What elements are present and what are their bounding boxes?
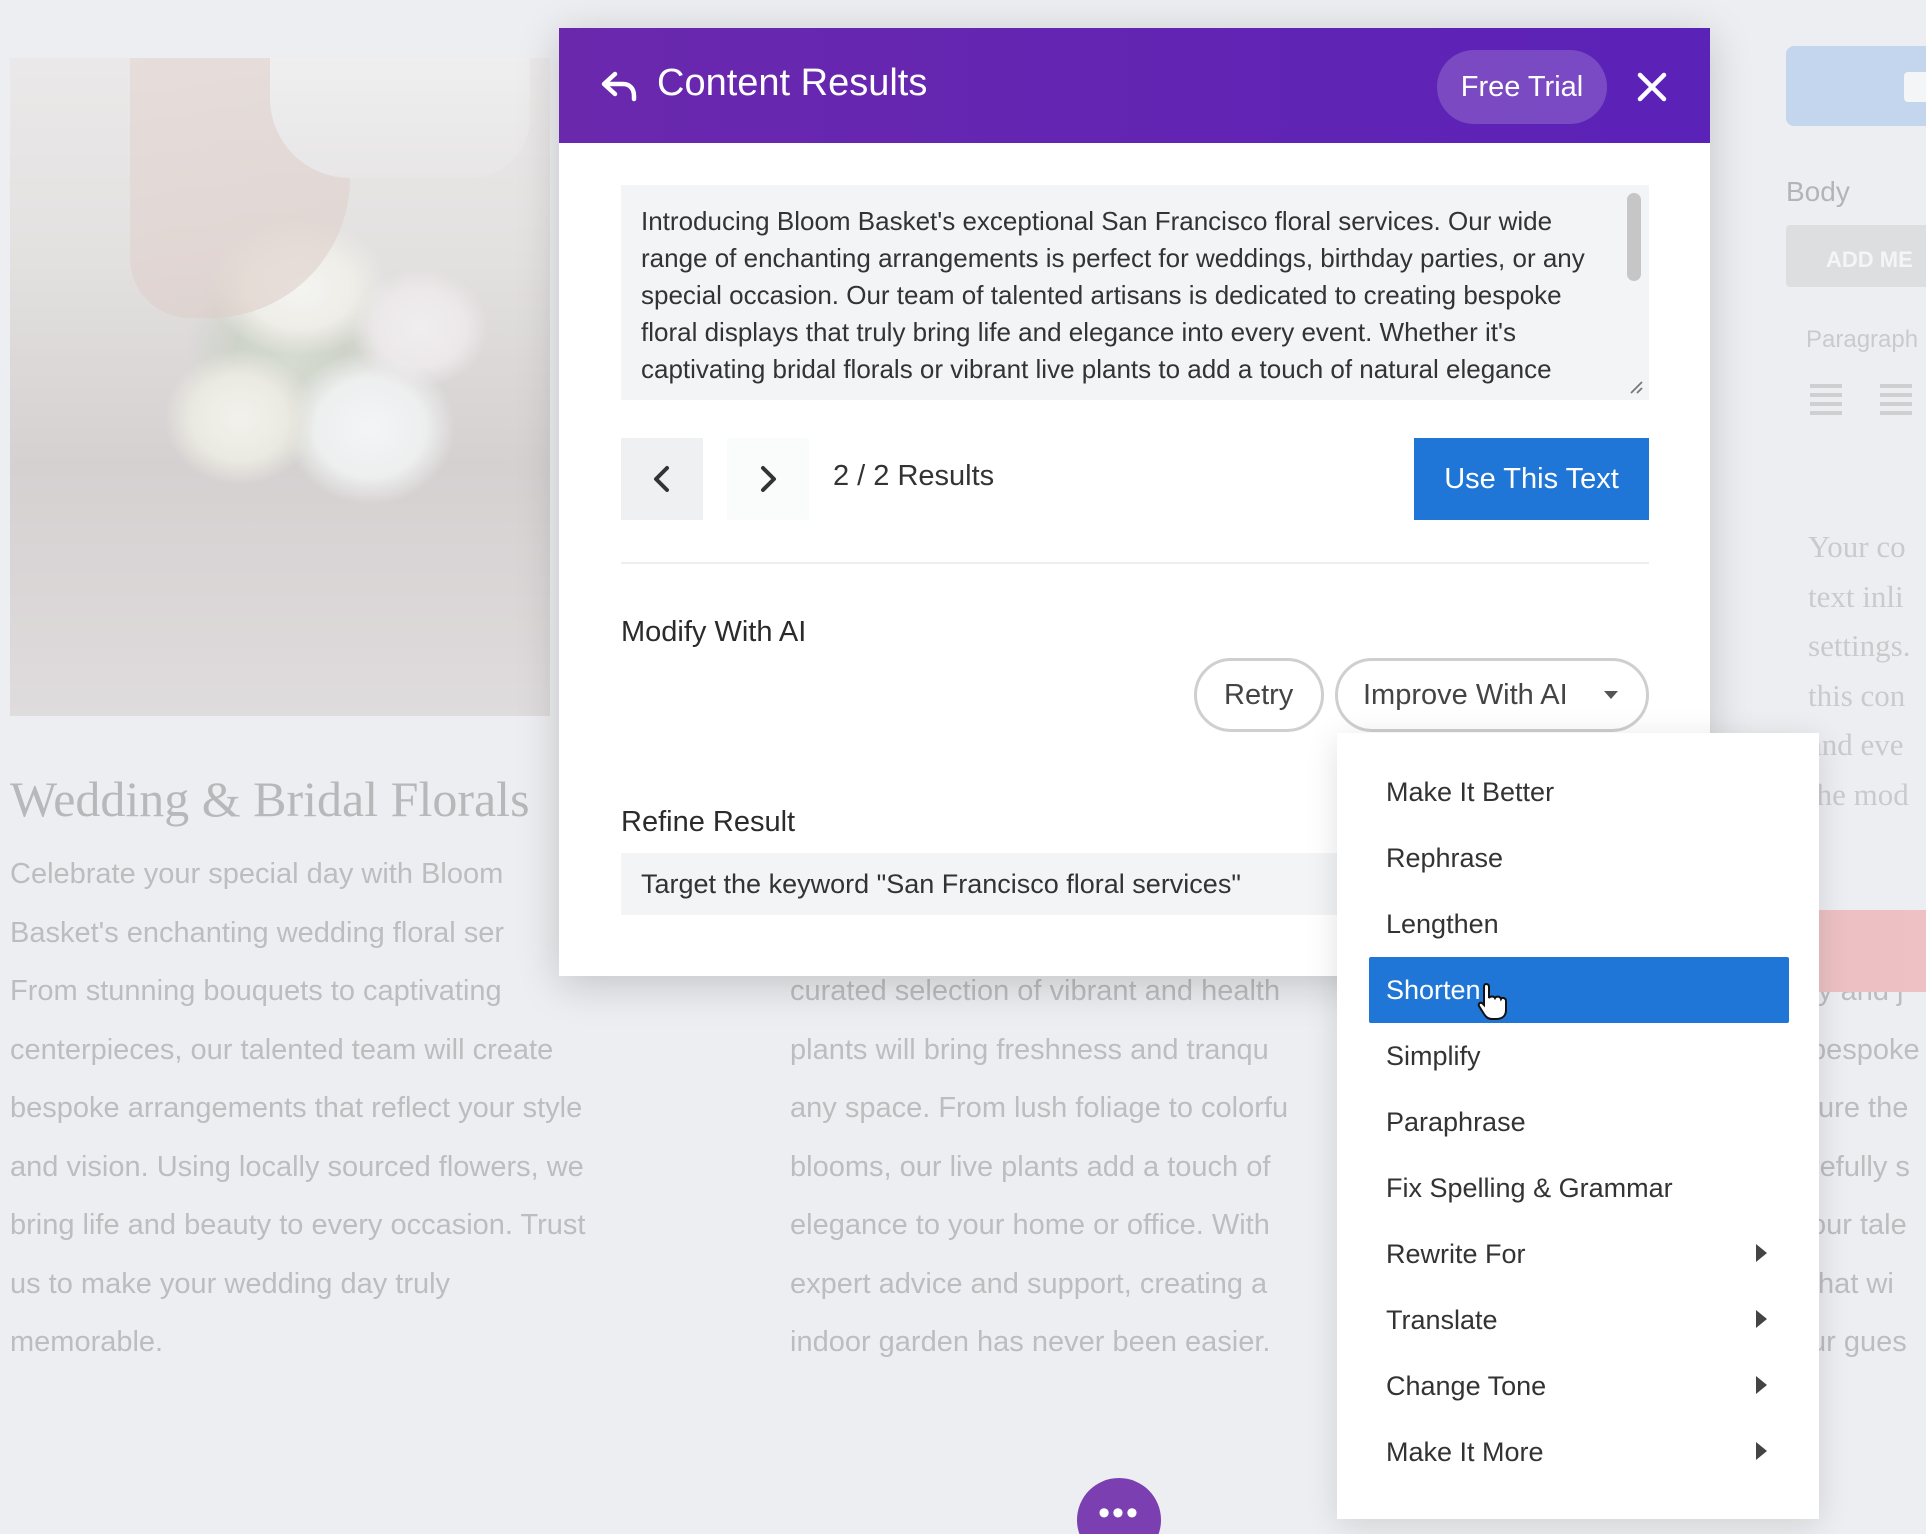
text-line: the mod <box>1808 776 1909 812</box>
hand-cursor-icon <box>1477 982 1507 1020</box>
text-line: that wi <box>1810 1267 1894 1300</box>
menu-item-lengthen[interactable]: Lengthen <box>1369 891 1789 957</box>
text-line: text inli <box>1808 578 1904 614</box>
menu-item-fix-spelling-grammar[interactable]: Fix Spelling & Grammar <box>1369 1155 1789 1221</box>
free-trial-button[interactable]: Free Trial <box>1437 50 1607 124</box>
menu-item-paraphrase[interactable]: Paraphrase <box>1369 1089 1789 1155</box>
chevron-right-icon <box>761 466 776 492</box>
text-line: elegance to your home or office. With <box>790 1209 1270 1241</box>
text-line: bring life and beauty to every occasion.… <box>10 1209 586 1241</box>
text-line: blooms, our live plants add a touch of <box>790 1150 1271 1183</box>
section-paragraph-1: Celebrate your special day with Bloom Bas… <box>10 845 585 1372</box>
section-paragraph-2: curated selection of vibrant and health p… <box>790 962 1288 1372</box>
text-line: ture the <box>1810 1092 1909 1124</box>
menu-item-label: Rephrase <box>1386 843 1504 873</box>
scrollbar[interactable] <box>1627 193 1641 281</box>
text-line: Celebrate your special day with Bloom <box>10 858 504 890</box>
retry-button[interactable]: Retry <box>1194 658 1324 732</box>
back-arrow-icon[interactable] <box>599 66 639 106</box>
align-center-icon[interactable] <box>1880 384 1912 388</box>
submenu-arrow-icon <box>1756 1442 1767 1460</box>
editor-top-button[interactable] <box>1786 46 1926 126</box>
next-result-button[interactable] <box>727 438 809 520</box>
section-heading: Wedding & Bridal Florals <box>10 771 530 827</box>
text-line: bespoke arrangements that reflect your s… <box>10 1092 583 1124</box>
menu-item-label: Translate <box>1386 1305 1498 1335</box>
chevron-left-icon <box>654 466 669 492</box>
improve-with-ai-label: Improve With AI <box>1363 678 1568 711</box>
menu-item-make-it-better[interactable]: Make It Better <box>1369 759 1789 825</box>
menu-item-label: Fix Spelling & Grammar <box>1386 1173 1673 1203</box>
submenu-arrow-icon <box>1756 1244 1767 1262</box>
modal-header: Content Results Free Trial <box>559 28 1710 143</box>
add-media-button[interactable]: ADD ME <box>1786 225 1926 287</box>
text-line: centerpieces, our talented team will cre… <box>10 1033 554 1066</box>
text-line: From stunning bouquets to captivating <box>10 975 502 1007</box>
text-line: Your co <box>1808 529 1906 564</box>
menu-item-label: Paraphrase <box>1386 1107 1526 1137</box>
close-icon[interactable] <box>1635 70 1669 104</box>
text-line: ur gues <box>1810 1326 1907 1358</box>
text-line: indoor garden has never been easier. <box>790 1326 1271 1358</box>
menu-item-label: Simplify <box>1386 1041 1481 1071</box>
results-counter: 2 / 2 Results <box>833 460 995 492</box>
menu-item-rewrite-for[interactable]: Rewrite For <box>1369 1221 1789 1287</box>
text-line: this con <box>1808 677 1906 713</box>
menu-item-label: Change Tone <box>1386 1371 1547 1401</box>
menu-item-label: Lengthen <box>1386 909 1499 939</box>
text-line: any space. From lush foliage to colorfu <box>790 1092 1289 1124</box>
section-paragraph-3: ty and jbespoketure therefully sour tale… <box>1810 962 1920 1372</box>
menu-item-label: Make It Better <box>1386 777 1555 807</box>
resize-grip-icon[interactable] <box>1627 378 1643 394</box>
previous-result-button[interactable] <box>621 438 703 520</box>
bridal-bouquet-image <box>10 58 550 716</box>
improve-with-ai-dropdown[interactable]: Improve With AI <box>1335 658 1649 732</box>
menu-item-make-it-more[interactable]: Make It More <box>1369 1419 1789 1485</box>
text-line: expert advice and support, creating a <box>790 1267 1268 1300</box>
refine-result-label: Refine Result <box>621 806 796 838</box>
text-line: and eve <box>1808 727 1904 762</box>
text-line: Basket's enchanting wedding floral ser <box>10 916 504 949</box>
text-line: settings. <box>1808 628 1911 663</box>
menu-item-label: Make It More <box>1386 1437 1544 1467</box>
menu-item-change-tone[interactable]: Change Tone <box>1369 1353 1789 1419</box>
text-line: our tale <box>1810 1209 1907 1241</box>
caret-down-icon <box>1604 691 1618 699</box>
modal-title: Content Results <box>657 62 928 104</box>
menu-item-rephrase[interactable]: Rephrase <box>1369 825 1789 891</box>
submenu-arrow-icon <box>1756 1376 1767 1394</box>
result-textarea[interactable]: Introducing Bloom Basket's exceptional S… <box>621 185 1649 400</box>
menu-item-label: Rewrite For <box>1386 1239 1526 1269</box>
text-line: refully s <box>1810 1150 1910 1183</box>
submenu-arrow-icon <box>1756 1310 1767 1328</box>
modify-with-ai-label: Modify With AI <box>621 616 807 648</box>
text-line: plants will bring freshness and tranqu <box>790 1033 1269 1066</box>
paragraph-format-label: Paragraph <box>1806 326 1919 353</box>
menu-item-label: Shorten <box>1386 975 1481 1005</box>
text-line: bespoke <box>1810 1033 1920 1066</box>
improve-with-ai-menu: Make It Better Rephrase Lengthen Shorten Sim… <box>1337 733 1819 1519</box>
align-left-icon[interactable] <box>1810 384 1842 388</box>
menu-item-translate[interactable]: Translate <box>1369 1287 1789 1353</box>
text-line: us to make your wedding day truly <box>10 1267 451 1300</box>
text-line: and vision. Using locally sourced flower… <box>10 1150 584 1183</box>
result-text: Introducing Bloom Basket's exceptional S… <box>641 206 1585 384</box>
use-this-text-button[interactable]: Use This Text <box>1414 438 1649 520</box>
text-line: memorable. <box>10 1326 164 1358</box>
editor-text-preview: Your co text inli settings. this con and eve… <box>1808 522 1910 819</box>
menu-item-simplify[interactable]: Simplify <box>1369 1023 1789 1089</box>
body-label: Body <box>1786 176 1850 207</box>
menu-item-shorten[interactable]: Shorten <box>1369 957 1789 1023</box>
divider <box>621 562 1649 564</box>
